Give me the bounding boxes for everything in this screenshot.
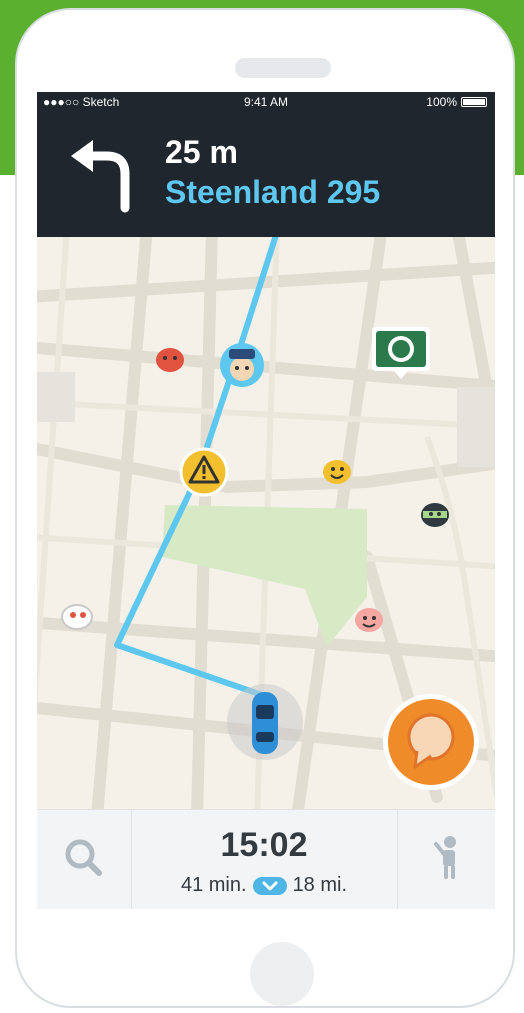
car-icon[interactable]: [227, 684, 303, 760]
battery-icon: [461, 97, 487, 107]
hazard-icon[interactable]: [179, 447, 229, 497]
wazer-happy-icon[interactable]: [323, 460, 351, 484]
search-button[interactable]: [37, 810, 132, 909]
turn-left-icon: [71, 140, 130, 213]
police-icon[interactable]: [220, 343, 264, 387]
eta-duration: 41 min.: [180, 874, 247, 896]
status-bar: ●●●○○ Sketch 9:41 AM 100%: [37, 92, 495, 112]
map-view[interactable]: [37, 237, 495, 809]
battery-percent: 100%: [426, 95, 457, 109]
eta-distance: 18 mi.: [292, 874, 348, 896]
street-name: Steenland 295: [165, 174, 381, 210]
building-block: [37, 372, 75, 422]
eta-details: 41 min. 18 mi.: [132, 874, 396, 897]
person-icon: [434, 836, 456, 879]
wazer-ninja-icon[interactable]: [421, 503, 449, 527]
turn-distance: 25 m: [165, 134, 238, 170]
building-block: [457, 387, 495, 467]
wazer-robot-icon[interactable]: [61, 604, 93, 630]
bottom-bar: 15:02 41 min. 18 mi.: [37, 809, 495, 909]
wazer-pink-icon[interactable]: [355, 608, 383, 632]
wazer-angry-icon[interactable]: [156, 348, 184, 372]
search-icon: [65, 839, 102, 876]
eta-time: 15:02: [220, 826, 308, 864]
eta-panel[interactable]: 15:02 41 min. 18 mi.: [132, 810, 396, 909]
app-screen: ●●●○○ Sketch 9:41 AM 100% 25 m Steenland…: [37, 92, 495, 909]
report-button[interactable]: [383, 694, 479, 790]
chevron-down-icon: [252, 876, 287, 895]
navigation-header[interactable]: 25 m Steenland 295: [37, 112, 495, 237]
profile-button[interactable]: [397, 810, 495, 909]
battery-status: 100%: [426, 95, 487, 109]
phone-speaker: [235, 58, 331, 78]
home-button[interactable]: [250, 942, 314, 1006]
